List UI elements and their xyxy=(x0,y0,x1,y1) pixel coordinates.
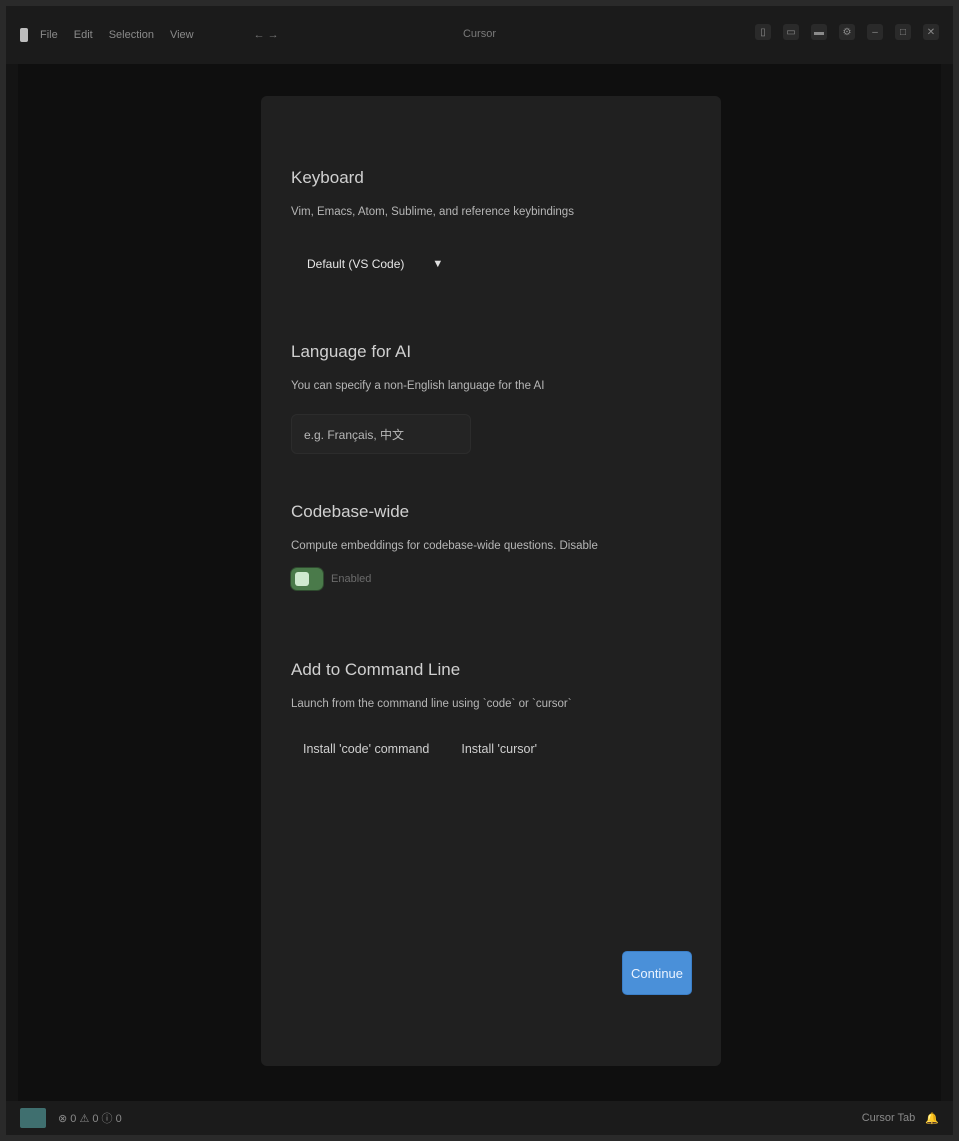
layout-icon[interactable]: ▯ xyxy=(755,24,771,40)
codebase-toggle-row: Enabled xyxy=(291,568,691,590)
remote-indicator-icon[interactable] xyxy=(20,1108,46,1128)
codebase-description: Compute embeddings for codebase-wide que… xyxy=(291,540,598,552)
cursor-tab-status[interactable]: Cursor Tab xyxy=(862,1112,916,1124)
language-description: You can specify a non-English language f… xyxy=(291,380,545,392)
minimize-icon[interactable]: – xyxy=(867,24,883,40)
install-code-command-button[interactable]: Install 'code' command xyxy=(301,732,431,766)
maximize-icon[interactable]: □ xyxy=(895,24,911,40)
close-icon[interactable]: ✕ xyxy=(923,24,939,40)
problems-indicator[interactable]: ⊗ 0 ⚠ 0 ⓘ 0 xyxy=(58,1110,122,1126)
language-title: Language for AI xyxy=(291,342,412,361)
menu-file[interactable]: File xyxy=(40,29,58,41)
onboarding-settings-panel: Keyboard Vim, Emacs, Atom, Sublime, and … xyxy=(261,96,721,1066)
sidebar-toggle-icon[interactable]: ▭ xyxy=(783,24,799,40)
continue-button[interactable]: Continue xyxy=(623,952,691,994)
keybinding-select[interactable]: Default (VS Code) ▼ xyxy=(293,248,458,280)
language-section: Language for AI You can specify a non-En… xyxy=(291,342,691,454)
codebase-section: Codebase-wide Compute embeddings for cod… xyxy=(291,502,691,590)
nav-arrows-icon[interactable]: ← → xyxy=(254,29,279,41)
codebase-title: Codebase-wide xyxy=(291,502,410,521)
titlebar-actions: ▯ ▭ ▬ ⚙ – □ ✕ xyxy=(755,24,939,40)
settings-icon[interactable]: ⚙ xyxy=(839,24,855,40)
codebase-toggle-label: Enabled xyxy=(331,573,372,585)
keyboard-title: Keyboard xyxy=(291,168,364,187)
keyboard-section: Keyboard Vim, Emacs, Atom, Sublime, and … xyxy=(291,168,691,280)
status-bar: ⊗ 0 ⚠ 0 ⓘ 0 Cursor Tab 🔔 xyxy=(6,1101,953,1135)
command-line-title: Add to Command Line xyxy=(291,660,461,679)
notifications-bell-icon[interactable]: 🔔 xyxy=(925,1112,939,1125)
menu-view[interactable]: View xyxy=(170,29,194,41)
app-logo-icon xyxy=(20,28,28,42)
command-line-description: Launch from the command line using `code… xyxy=(291,698,572,710)
language-input-placeholder: e.g. Français, 中文 xyxy=(304,427,405,442)
chevron-down-icon: ▼ xyxy=(432,258,444,270)
menu-bar: File Edit Selection View xyxy=(40,29,194,41)
language-input[interactable]: e.g. Français, 中文 xyxy=(291,414,471,454)
title-bar: File Edit Selection View ← → Cursor ▯ ▭ … xyxy=(6,6,953,64)
menu-selection[interactable]: Selection xyxy=(109,29,154,41)
menu-edit[interactable]: Edit xyxy=(74,29,93,41)
command-line-section: Add to Command Line Launch from the comm… xyxy=(291,660,691,766)
app-window: File Edit Selection View ← → Cursor ▯ ▭ … xyxy=(0,0,959,1141)
statusbar-right: Cursor Tab 🔔 xyxy=(862,1112,939,1125)
codebase-toggle[interactable] xyxy=(291,568,323,590)
toggle-knob xyxy=(295,572,309,586)
panel-toggle-icon[interactable]: ▬ xyxy=(811,24,827,40)
keyboard-description: Vim, Emacs, Atom, Sublime, and reference… xyxy=(291,206,574,218)
command-line-buttons: Install 'code' command Install 'cursor' xyxy=(301,732,691,766)
keybinding-select-value: Default (VS Code) xyxy=(307,257,405,271)
install-cursor-command-button[interactable]: Install 'cursor' xyxy=(459,732,539,766)
